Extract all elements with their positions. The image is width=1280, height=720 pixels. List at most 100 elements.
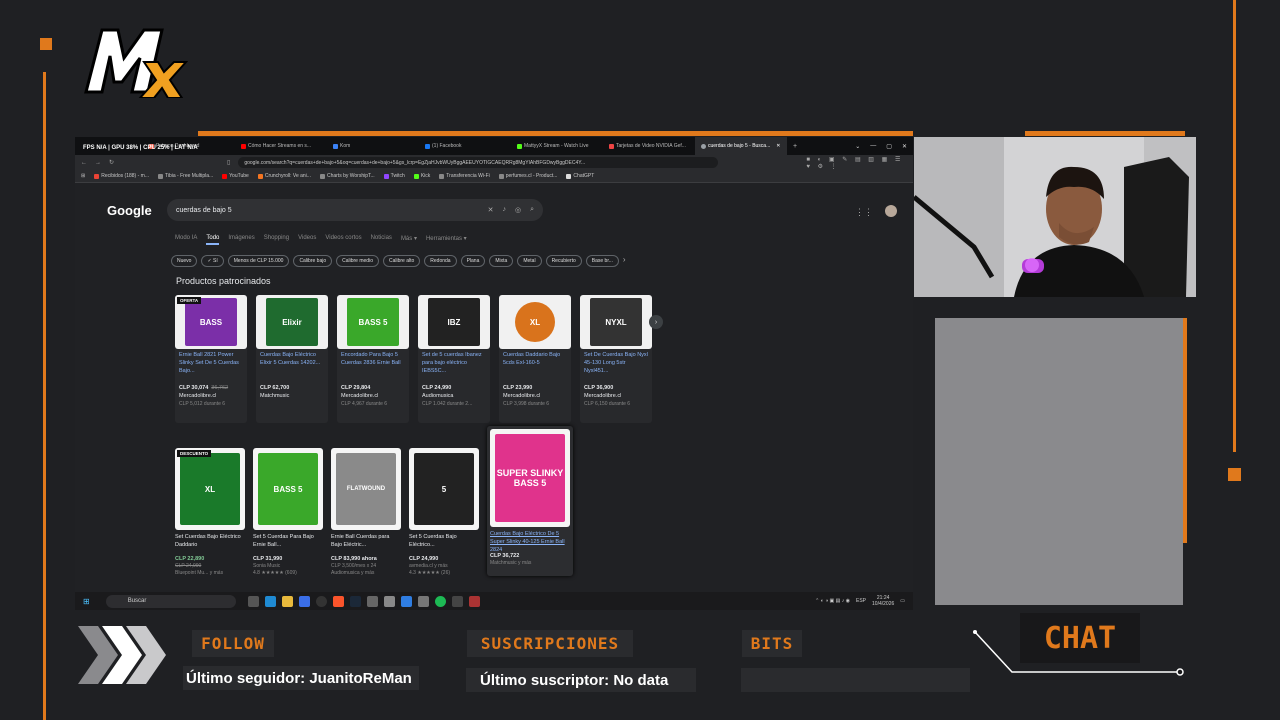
product-card[interactable]: IBZ Set de 5 cuerdas Ibanez para bajo el…	[418, 295, 490, 423]
search-icon[interactable]: ⌕	[530, 206, 534, 214]
extensions-icons[interactable]: ■ ◐ ▣ ✎ ▤ ▥ ▦ ☰ ♥ ⚙ ⋮	[806, 156, 907, 170]
clear-icon[interactable]: ✕	[488, 206, 494, 214]
bookmark-wifi[interactable]: Transferencia Wi-Fi	[439, 173, 490, 179]
windows-start-icon[interactable]: ⊞	[83, 597, 90, 606]
bookmark-tibia[interactable]: Tibia - Free Multipla...	[158, 173, 213, 179]
brave-icon[interactable]	[332, 595, 344, 607]
avatar[interactable]	[885, 205, 897, 217]
grid-product-card[interactable]: 5 Set 5 Cuerdas Bajo Eléctrico... CLP 24…	[409, 448, 479, 576]
spotify-icon[interactable]	[434, 595, 446, 607]
product-card[interactable]: BASS OFERTA Ernie Ball 2821 Power Slinky …	[175, 295, 247, 423]
product-card[interactable]: BASS 5 Encordado Para Bajo 5 Cuerdas 283…	[337, 295, 409, 423]
chip-calibre-medio[interactable]: Calibre medio	[336, 255, 379, 267]
bookmark-chatgpt[interactable]: ChatGPT	[566, 173, 594, 179]
product-title[interactable]: Set de 5 cuerdas Ibanez para bajo eléctr…	[418, 349, 490, 383]
tab-herramientas[interactable]: Herramientas ▾	[426, 235, 467, 245]
chip-calibre-alto[interactable]: Calibre alto	[382, 255, 421, 267]
google-logo[interactable]: Google	[107, 203, 152, 218]
taskbar-search[interactable]: Buscar	[105, 594, 236, 608]
tab-kom[interactable]: Kom	[327, 137, 419, 155]
minimize-button[interactable]: —	[870, 143, 876, 150]
bookmark-kick[interactable]: Kick	[413, 173, 430, 179]
bookmark-twitch[interactable]: Twitch	[383, 173, 405, 179]
maximize-button[interactable]: ▢	[886, 143, 892, 150]
tray-icons[interactable]: ⌃ ◐ ◑ ▣ ▤ ♪ ◉	[815, 598, 850, 604]
tab-search-icon[interactable]: ⌄	[855, 143, 860, 150]
bookmark-youtube[interactable]: YouTube	[222, 173, 249, 179]
grid-product-card[interactable]: FLATWOUND Ernie Ball Cuerdas para Bajo E…	[331, 448, 401, 576]
obs-icon[interactable]	[315, 595, 327, 607]
tab-close-icon[interactable]: ✕	[776, 143, 780, 149]
apps-icon[interactable]: ⊞	[81, 173, 85, 179]
reload-icon[interactable]: ↻	[109, 159, 114, 166]
grid-product-card[interactable]: BASS 5 Set 5 Cuerdas Para Bajo Ernie Bal…	[253, 448, 323, 576]
bookmark-crunchyroll[interactable]: Crunchyroll: Ve ani...	[257, 173, 311, 179]
bookmark-gmail[interactable]: Recibidos (188) - m...	[94, 173, 149, 179]
tab-shopping[interactable]: Shopping	[264, 235, 289, 245]
chip-plana[interactable]: Plana	[460, 255, 486, 267]
product-title[interactable]: Set 5 Cuerdas Para Bajo Ernie Ball...	[253, 530, 323, 554]
notification-icon[interactable]: ▭	[900, 598, 905, 604]
chip-metal[interactable]: Metal	[517, 255, 542, 267]
tab-kick[interactable]: MattyyX Stream - Watch Live	[511, 137, 603, 155]
grid-product-card-hovered[interactable]: SUPER SLINKY BASS 5 Cuerdas Bajo Eléctri…	[487, 426, 573, 576]
app-icon[interactable]	[366, 595, 378, 607]
close-button[interactable]: ✕	[902, 143, 907, 150]
back-icon[interactable]: ←	[81, 160, 87, 166]
product-card[interactable]: Elixir Cuerdas Bajo Eléctrico Elixir 5 C…	[256, 295, 328, 423]
tab-todo[interactable]: Todo	[206, 235, 220, 245]
tab-modo-ia[interactable]: Modo IA	[175, 235, 197, 245]
steam-icon[interactable]	[349, 595, 361, 607]
google-apps-icon[interactable]: ⋮⋮	[855, 207, 873, 218]
search-input[interactable]: cuerdas de bajo 5 ✕ ♪ ◎ ⌕	[167, 199, 543, 221]
app-icon[interactable]	[451, 595, 463, 607]
forward-icon[interactable]: →	[95, 160, 101, 166]
product-title[interactable]: Set Cuerdas Bajo Eléctrico Daddario	[175, 530, 245, 554]
chip-calibre-bajo[interactable]: Calibre bajo	[293, 255, 333, 267]
tab-imagenes[interactable]: Imágenes	[228, 235, 254, 245]
chip-redonda[interactable]: Redonda	[424, 255, 457, 267]
product-title[interactable]: Cuerdas Bajo Eléctrico De 5 Super Slinky…	[490, 527, 570, 551]
mic-icon[interactable]: ♪	[502, 206, 506, 214]
grid-product-card[interactable]: XL DESCUENTO Set Cuerdas Bajo Eléctrico D…	[175, 448, 245, 576]
product-title[interactable]: Set 5 Cuerdas Bajo Eléctrico...	[409, 530, 479, 554]
bookmark-perfumes[interactable]: perfumes.cl - Product...	[498, 173, 557, 179]
product-title[interactable]: Encordado Para Bajo 5 Cuerdas 2836 Ernie…	[337, 349, 409, 383]
product-card[interactable]: NYXL Set De Cuerdas Bajo Nyxl 45-130 Lon…	[580, 295, 652, 423]
store-icon[interactable]	[298, 595, 310, 607]
tab-google-search[interactable]: cuerdas de bajo 5 - Busca... ✕	[695, 137, 787, 155]
tab-facebook[interactable]: (1) Facebook	[419, 137, 511, 155]
product-title[interactable]: Cuerdas Daddario Bajo 5cds Exl-160-5	[499, 349, 571, 383]
app-icon[interactable]	[417, 595, 429, 607]
url-bar[interactable]: google.com/search?q=cuerdas+de+bajo+5&oq…	[238, 157, 719, 168]
bookmark-charts[interactable]: Charts by WorshipT...	[319, 173, 375, 179]
carousel-next-button[interactable]: ›	[649, 315, 663, 329]
tab-youtube[interactable]: Cómo Hacer Streams en s...	[235, 137, 327, 155]
clock[interactable]: 21:24 10/4/2026	[872, 595, 894, 607]
chip-si[interactable]: ✓ Sí	[201, 255, 224, 267]
app-icon[interactable]	[400, 595, 412, 607]
product-card[interactable]: XL Cuerdas Daddario Bajo 5cds Exl-160-5 …	[499, 295, 571, 423]
task-view-icon[interactable]	[247, 595, 259, 607]
product-title[interactable]: Cuerdas Bajo Eléctrico Elixir 5 Cuerdas …	[256, 349, 328, 383]
language-indicator[interactable]: ESP	[856, 598, 866, 604]
tab-mas[interactable]: Más ▾	[401, 235, 417, 245]
chip-recubierto[interactable]: Recubierto	[545, 255, 582, 267]
tab-videos-cortos[interactable]: Videos cortos	[325, 235, 361, 245]
chips-next-icon[interactable]: ›	[623, 255, 626, 267]
tab-noticias[interactable]: Noticias	[371, 235, 392, 245]
product-title[interactable]: Set De Cuerdas Bajo Nyxl 45-130 Long 5st…	[580, 349, 652, 383]
bookmark-page-icon[interactable]: ▯	[227, 159, 230, 166]
new-tab-button[interactable]: +	[787, 143, 803, 150]
tab-videos[interactable]: Videos	[298, 235, 316, 245]
chip-mixta[interactable]: Mixta	[489, 255, 514, 267]
app-icon[interactable]	[383, 595, 395, 607]
explorer-icon[interactable]	[281, 595, 293, 607]
product-title[interactable]: Ernie Ball 2821 Power Slinky Set De 5 Cu…	[175, 349, 247, 383]
chip-base[interactable]: Base br...	[585, 255, 619, 267]
lens-icon[interactable]: ◎	[515, 206, 521, 214]
chip-nuevo[interactable]: Nuevo	[171, 255, 198, 267]
edge-icon[interactable]	[264, 595, 276, 607]
tab-nvidia[interactable]: Tarjetas de Video NVIDIA Gef...	[603, 137, 695, 155]
app-icon[interactable]	[468, 595, 480, 607]
